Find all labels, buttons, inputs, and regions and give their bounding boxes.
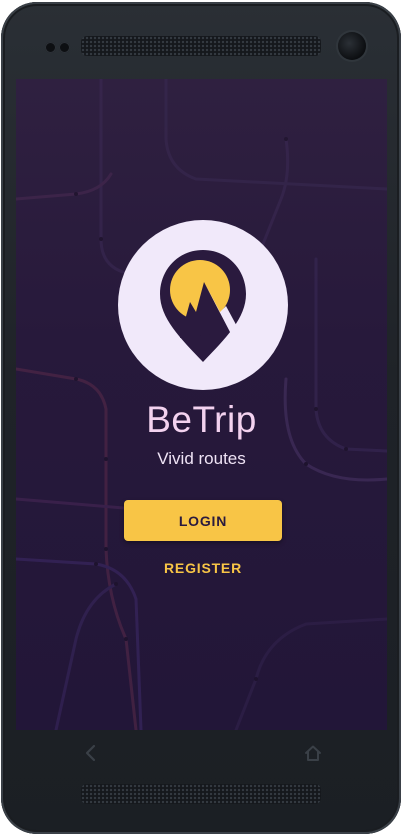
earpiece-speaker: [81, 36, 321, 56]
app-tagline: Vivid routes: [157, 449, 246, 468]
register-button[interactable]: REGISTER: [124, 557, 282, 579]
map-pin-mountain-sun-icon: [160, 250, 246, 362]
back-arrow-icon[interactable]: [82, 744, 100, 762]
app-title: BeTrip: [146, 399, 257, 440]
phone-frame: BeTrip Vivid routes LOGIN REGISTER: [1, 2, 401, 834]
sensor-dots: [45, 42, 73, 54]
login-button[interactable]: LOGIN: [124, 500, 282, 541]
front-camera: [338, 32, 366, 60]
bottom-speaker: [81, 784, 321, 804]
home-icon[interactable]: [303, 744, 323, 762]
app-logo: [118, 220, 288, 390]
app-screen: BeTrip Vivid routes LOGIN REGISTER: [16, 79, 387, 730]
